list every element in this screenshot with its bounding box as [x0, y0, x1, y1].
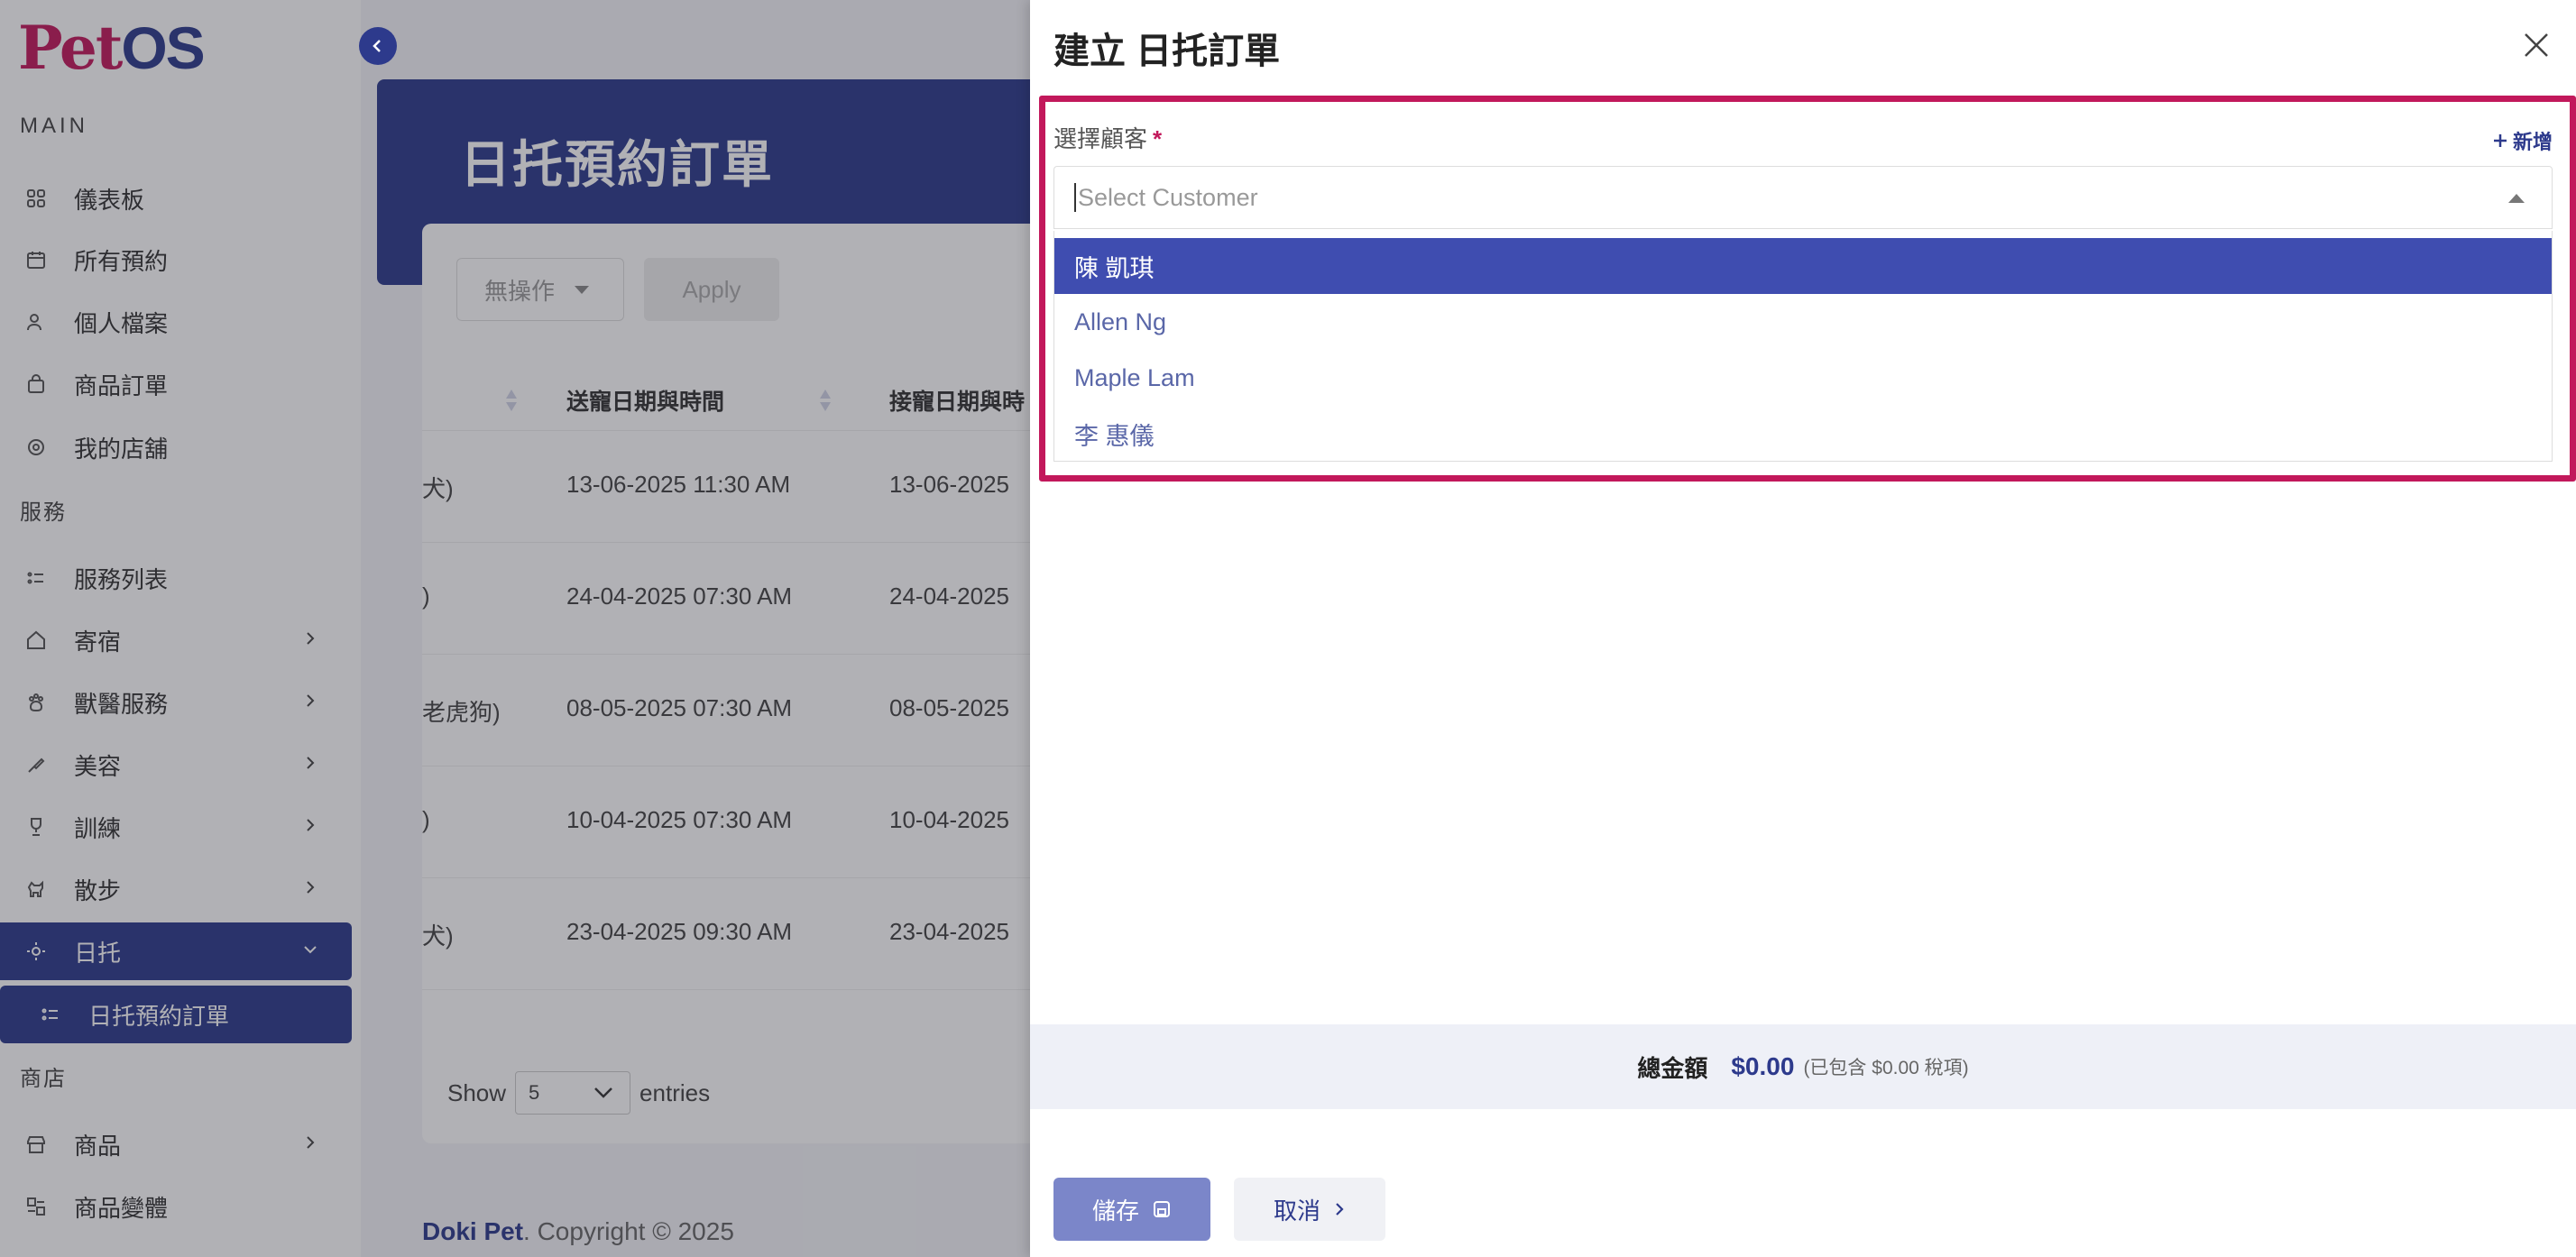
- close-icon[interactable]: [2520, 29, 2553, 61]
- add-customer-link[interactable]: 新增: [2491, 126, 2553, 155]
- customer-option[interactable]: 陳 凱琪: [1054, 238, 2552, 294]
- customer-field-label: 選擇顧客 *: [1053, 121, 1162, 154]
- tax-note: (已包含 $0.00 稅項): [1803, 1058, 1969, 1078]
- required-mark: *: [1153, 125, 1163, 152]
- customer-option[interactable]: Maple Lam: [1054, 350, 2552, 406]
- totals-bar: 總金額 $0.00 (已包含 $0.00 稅項): [1030, 1024, 2576, 1109]
- sidebar-collapse-button[interactable]: [359, 27, 397, 65]
- plus-icon: [2493, 134, 2507, 147]
- caret-up-icon: [2508, 194, 2525, 203]
- cancel-button[interactable]: 取消: [1234, 1178, 1385, 1241]
- customer-select-placeholder: Select Customer: [1078, 183, 1258, 211]
- customer-options-list: 陳 凱琪 Allen Ng Maple Lam 李 惠儀: [1053, 231, 2553, 462]
- save-button[interactable]: 儲存: [1053, 1178, 1210, 1241]
- add-customer-label: 新增: [2512, 131, 2553, 153]
- cancel-label: 取消: [1273, 1197, 1320, 1225]
- customer-option[interactable]: 李 惠儀: [1054, 406, 2552, 462]
- create-daycare-order-drawer: 建立 日托訂單 選擇顧客 * 新增 Select Customer 陳 凱琪 Al…: [1030, 0, 2576, 1257]
- total-value: $0.00: [1731, 1052, 1795, 1080]
- save-label: 儲存: [1091, 1197, 1139, 1225]
- chevron-right-icon: [1336, 1203, 1344, 1216]
- modal-backdrop[interactable]: [0, 0, 1030, 1257]
- drawer-title: 建立 日托訂單: [1053, 32, 1281, 71]
- customer-select[interactable]: Select Customer: [1053, 166, 2553, 229]
- save-icon: [1154, 1201, 1170, 1217]
- customer-label-text: 選擇顧客: [1053, 125, 1148, 152]
- total-label: 總金額: [1637, 1054, 1708, 1082]
- chevron-left-icon: [373, 40, 381, 52]
- text-cursor: [1074, 183, 1076, 212]
- customer-option[interactable]: Allen Ng: [1054, 294, 2552, 350]
